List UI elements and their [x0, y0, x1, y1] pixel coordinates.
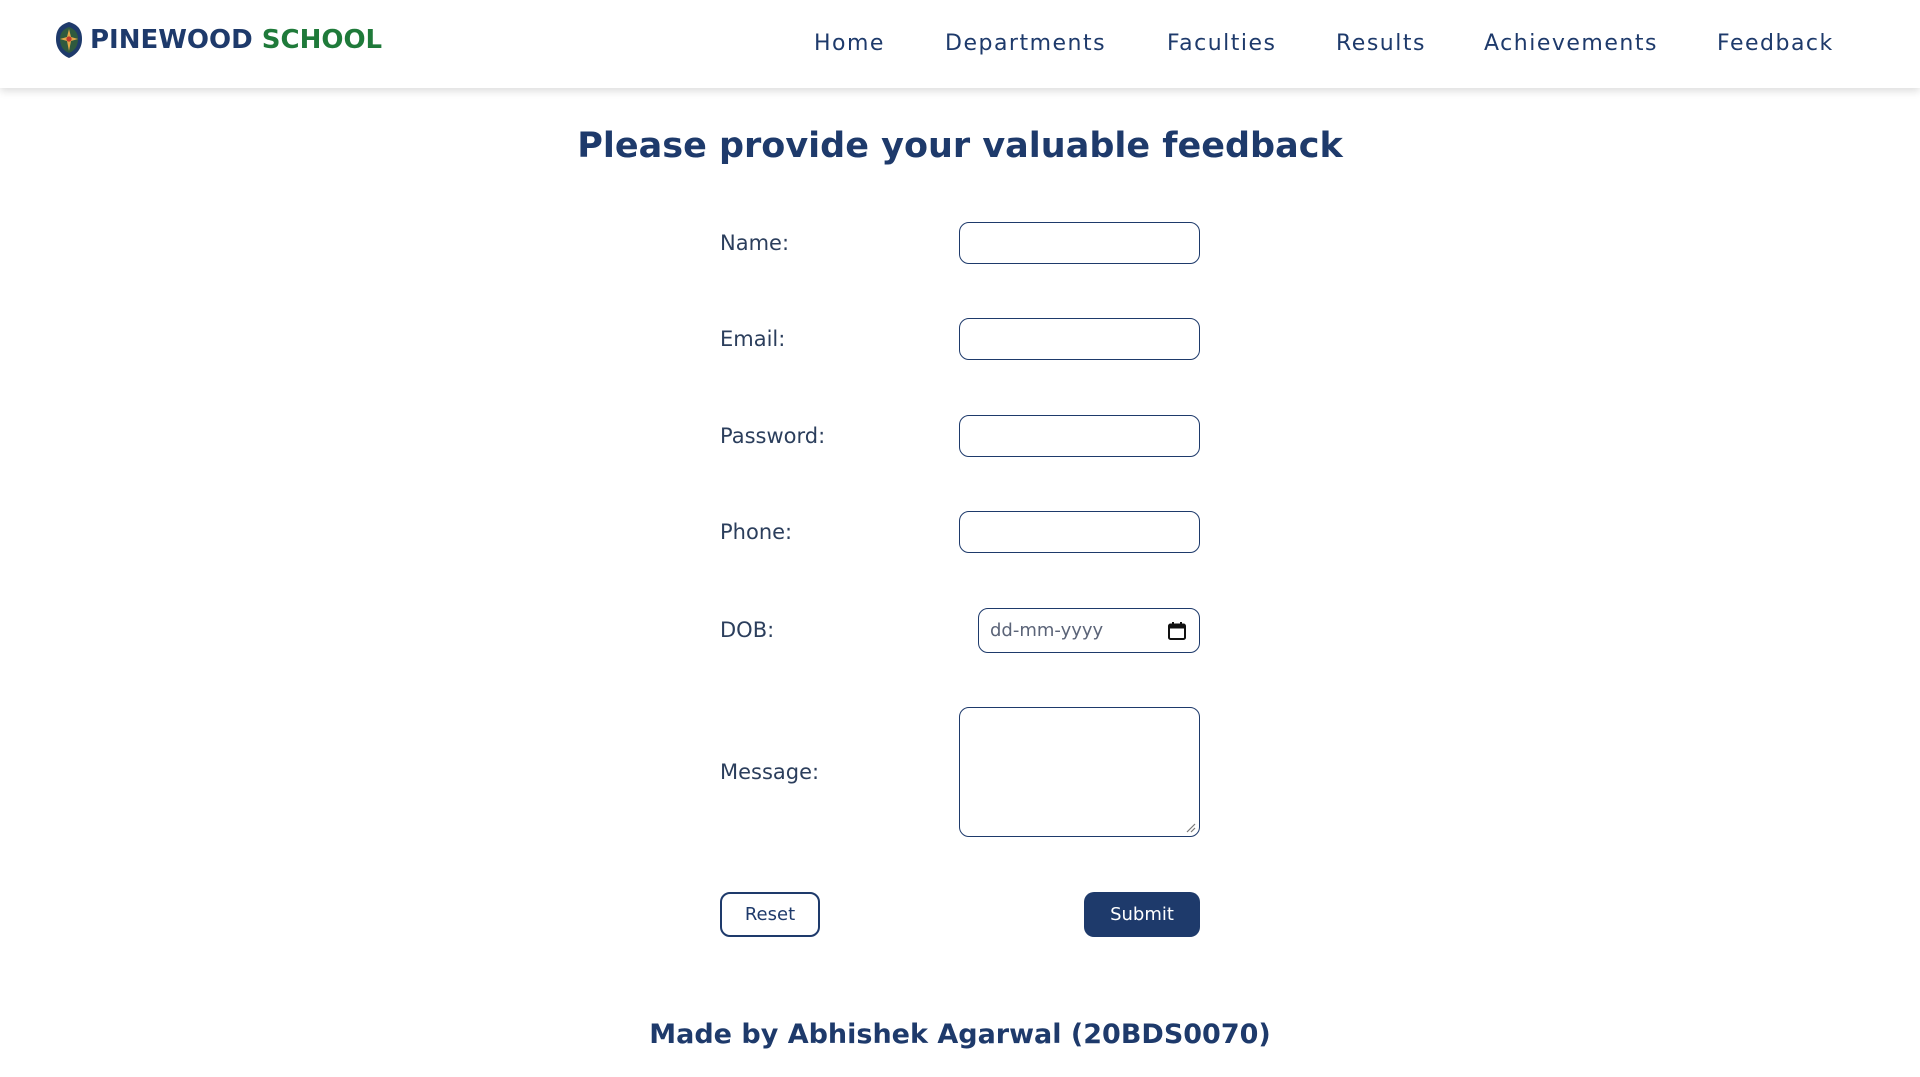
name-label: Name: — [720, 231, 790, 255]
resize-handle-icon[interactable] — [1184, 821, 1196, 833]
phone-label: Phone: — [720, 520, 793, 544]
nav-link-feedback[interactable]: Feedback — [1717, 26, 1834, 62]
reset-button[interactable]: Reset — [720, 892, 820, 937]
name-input[interactable] — [959, 222, 1200, 264]
nav-link-faculties[interactable]: Faculties — [1167, 26, 1277, 62]
password-label: Password: — [720, 424, 826, 448]
email-label: Email: — [720, 327, 786, 351]
email-input[interactable] — [959, 318, 1200, 360]
navbar: PINEWOOD SCHOOL Home Departments Faculti… — [0, 0, 1920, 88]
submit-button[interactable]: Submit — [1084, 892, 1200, 937]
page-title: Please provide your valuable feedback — [577, 126, 1343, 166]
message-textarea[interactable] — [959, 707, 1200, 837]
footer-credit: Made by Abhishek Agarwal (20BDS0070) — [649, 1019, 1271, 1050]
message-label: Message: — [720, 760, 820, 784]
dob-date-input[interactable]: dd-mm-yyyy — [978, 608, 1200, 653]
phone-input[interactable] — [959, 511, 1200, 553]
main-nav: Home Departments Faculties Results Achie… — [0, 26, 1920, 62]
password-input[interactable] — [959, 415, 1200, 457]
dob-label: DOB: — [720, 618, 775, 642]
dob-placeholder: dd-mm-yyyy — [990, 620, 1104, 641]
nav-link-achievements[interactable]: Achievements — [1484, 26, 1658, 62]
nav-link-home[interactable]: Home — [814, 26, 885, 62]
nav-link-departments[interactable]: Departments — [945, 26, 1106, 62]
calendar-icon[interactable] — [1167, 621, 1187, 641]
nav-link-results[interactable]: Results — [1336, 26, 1426, 62]
